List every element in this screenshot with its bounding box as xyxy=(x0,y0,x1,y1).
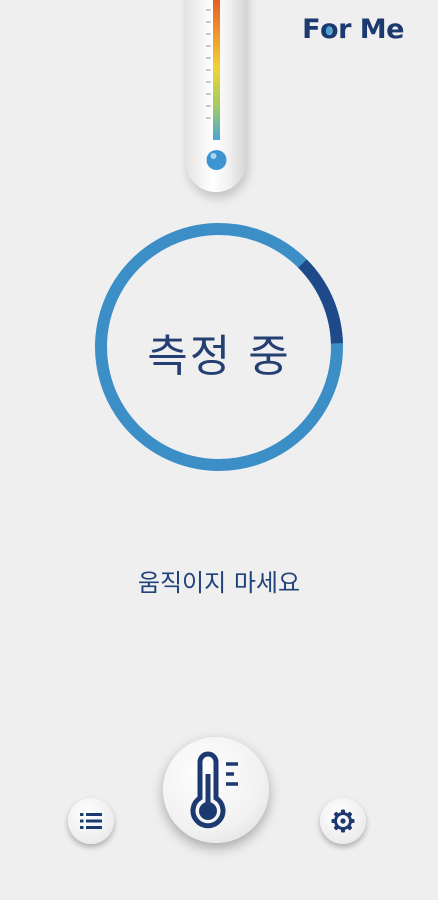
instruction-text: 움직이지 마세요 xyxy=(137,569,301,597)
settings-button[interactable] xyxy=(320,798,366,844)
measuring-status-label: 측정 중 xyxy=(147,331,291,382)
thermometer-scale-icon xyxy=(186,0,246,192)
measuring-screen: For Me 측정 중 움직이지 마세요 xyxy=(0,0,438,900)
brand-o: o xyxy=(320,14,339,45)
brand-logo: For Me xyxy=(302,14,404,45)
gear-icon xyxy=(331,809,355,833)
history-list-button[interactable] xyxy=(68,798,114,844)
list-icon xyxy=(80,813,102,829)
measure-button[interactable] xyxy=(163,737,269,843)
brand-suffix: r Me xyxy=(338,14,404,45)
thermometer-icon xyxy=(190,751,238,829)
brand-prefix: F xyxy=(302,14,321,45)
measurement-progress-ring: 측정 중 xyxy=(94,222,344,472)
